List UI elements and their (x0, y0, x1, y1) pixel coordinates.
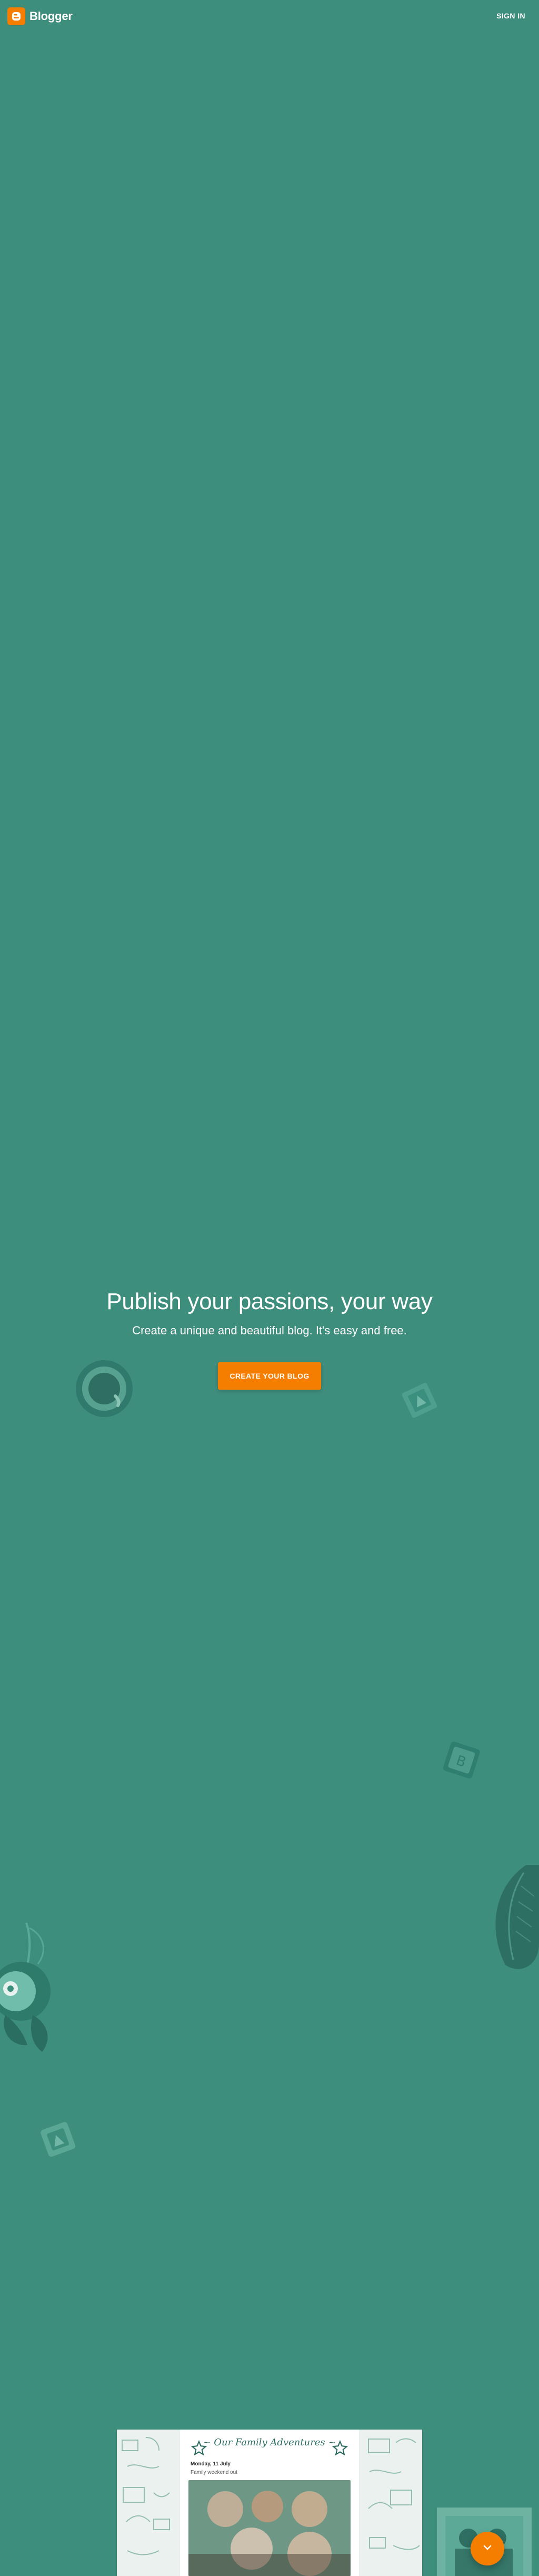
preview-right-pattern (359, 2430, 422, 2576)
preview-blog-content: ~ Our Family Adventures ~ Monday, 11 Jul… (180, 2430, 359, 2576)
star-icon (332, 2440, 348, 2460)
frame-decoration-2 (37, 2118, 79, 2162)
preview-left-pattern (117, 2430, 180, 2576)
chevron-down-icon (481, 2541, 494, 2557)
brand-link[interactable]: Blogger (7, 7, 73, 25)
hero-title: Publish your passions, your way (106, 1289, 433, 1314)
scroll-down-button[interactable] (471, 2532, 504, 2565)
brand-name: Blogger (29, 9, 73, 23)
blogger-logo-icon (7, 7, 25, 25)
preview-photo (188, 2480, 351, 2576)
sign-in-link[interactable]: SIGN IN (496, 12, 525, 20)
leaf-decoration (484, 1865, 539, 1983)
teacup-decoration (75, 1359, 134, 1421)
preview-post-title: Family weekend out (191, 2470, 237, 2475)
flower-decoration (0, 1922, 58, 2068)
tile-decoration: B (440, 1739, 482, 1783)
header: Blogger SIGN IN (0, 0, 539, 33)
hero-subtitle: Create a unique and beautiful blog. It's… (132, 1323, 407, 1337)
preview-date: Monday, 11 July (191, 2461, 231, 2467)
landing-page: Blogger SIGN IN Publish your passions, y… (0, 0, 539, 2576)
blog-preview-card: ~ Our Family Adventures ~ Monday, 11 Jul… (117, 2430, 422, 2576)
create-blog-button[interactable]: CREATE YOUR BLOG (218, 1362, 321, 1390)
